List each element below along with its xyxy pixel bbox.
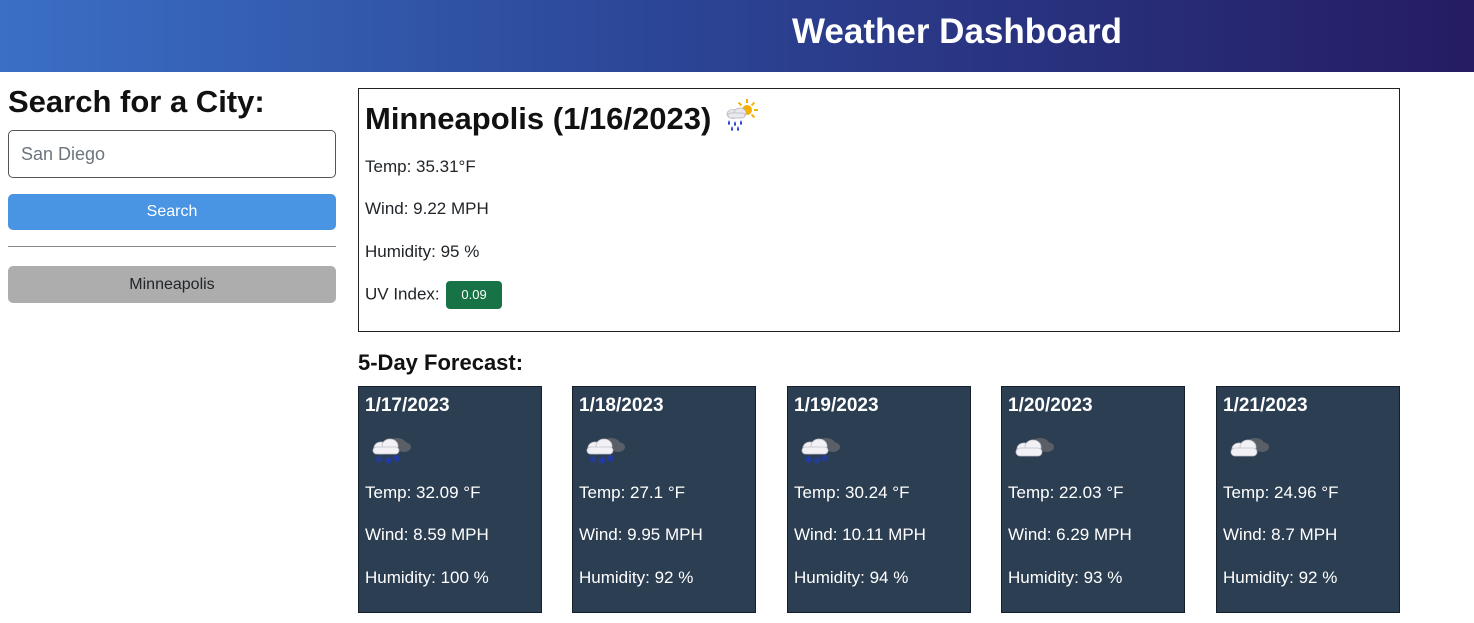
uv-index-badge: 0.09 [446,281,502,309]
svg-text:❄: ❄ [375,455,383,465]
search-button[interactable]: Search [8,194,336,230]
forecast-temp: Temp: 32.09 °F [365,483,481,502]
forecast-card: 1/20/2023 Temp: 22.03 °F Wind: 6.29 MPH Hum… [1001,386,1185,613]
sidebar: Search for a City: Search Minneapolis [8,84,336,303]
snow-cloud-icon: ❄ ❄ ❄ [367,431,413,470]
forecast-wind: Wind: 10.11 MPH [794,525,926,544]
current-wind: Wind: 9.22 MPH [365,199,489,218]
forecast-date: 1/18/2023 [579,395,664,416]
forecast-date: 1/20/2023 [1008,395,1093,416]
forecast-date: 1/17/2023 [365,395,450,416]
current-weather-panel: Minneapolis (1/16/2023) Temp: 35.31°F Wi… [358,88,1400,332]
svg-text:❄: ❄ [606,454,614,465]
forecast-date: 1/19/2023 [794,395,879,416]
search-heading: Search for a City: [8,84,265,119]
forecast-wind: Wind: 8.59 MPH [365,525,489,544]
forecast-temp: Temp: 30.24 °F [794,483,910,502]
forecast-card: 1/21/2023 Temp: 24.96 °F Wind: 8.7 MPH Humi… [1216,386,1400,613]
forecast-card: 1/17/2023 ❄ ❄ ❄ Temp: 32.09 °F Wind: 8.59 MPH… [358,386,542,613]
uv-label: UV Index: [365,284,440,304]
forecast-temp: Temp: 22.03 °F [1008,483,1124,502]
current-uv: UV Index: 0.09 [365,281,502,309]
forecast-humidity: Humidity: 92 % [579,568,694,587]
forecast-humidity: Humidity: 94 % [794,568,909,587]
current-temp: Temp: 35.31°F [365,157,476,176]
forecast-wind: Wind: 8.7 MPH [1223,525,1338,544]
svg-text:❄: ❄ [589,455,597,465]
cloud-icon [1010,431,1056,470]
current-humidity: Humidity: 95 % [365,242,480,261]
forecast-humidity: Humidity: 92 % [1223,568,1338,587]
rain-sun-cloud-icon [719,98,759,140]
sidebar-divider [8,246,336,247]
current-city-date: Minneapolis (1/16/2023) [365,101,712,136]
city-search-input[interactable] [8,130,336,178]
forecast-humidity: Humidity: 93 % [1008,568,1123,587]
forecast-card: 1/18/2023 ❄ ❄ ❄ Temp: 27.1 °F Wind: 9.95 MPH H… [572,386,756,613]
current-weather-heading: Minneapolis (1/16/2023) [365,99,759,139]
forecast-heading: 5-Day Forecast: [358,350,524,375]
page-header: Weather Dashboard [0,0,1474,72]
forecast-card: 1/19/2023 ❄ ❄ ❄ Temp: 30.24 °F Wind: 10.11 MP… [787,386,971,613]
forecast-temp: Temp: 24.96 °F [1223,483,1339,502]
cloud-icon [1225,431,1271,470]
svg-text:❄: ❄ [392,454,400,465]
forecast-wind: Wind: 6.29 MPH [1008,525,1132,544]
svg-text:❄: ❄ [821,454,829,465]
forecast-date: 1/21/2023 [1223,395,1308,416]
page-title: Weather Dashboard [792,12,1122,51]
snow-cloud-icon: ❄ ❄ ❄ [796,431,842,470]
snow-cloud-icon: ❄ ❄ ❄ [581,431,627,470]
forecast-temp: Temp: 27.1 °F [579,483,686,502]
history-button-minneapolis[interactable]: Minneapolis [8,266,336,303]
forecast-humidity: Humidity: 100 % [365,568,489,587]
svg-text:❄: ❄ [804,455,812,465]
forecast-wind: Wind: 9.95 MPH [579,525,703,544]
